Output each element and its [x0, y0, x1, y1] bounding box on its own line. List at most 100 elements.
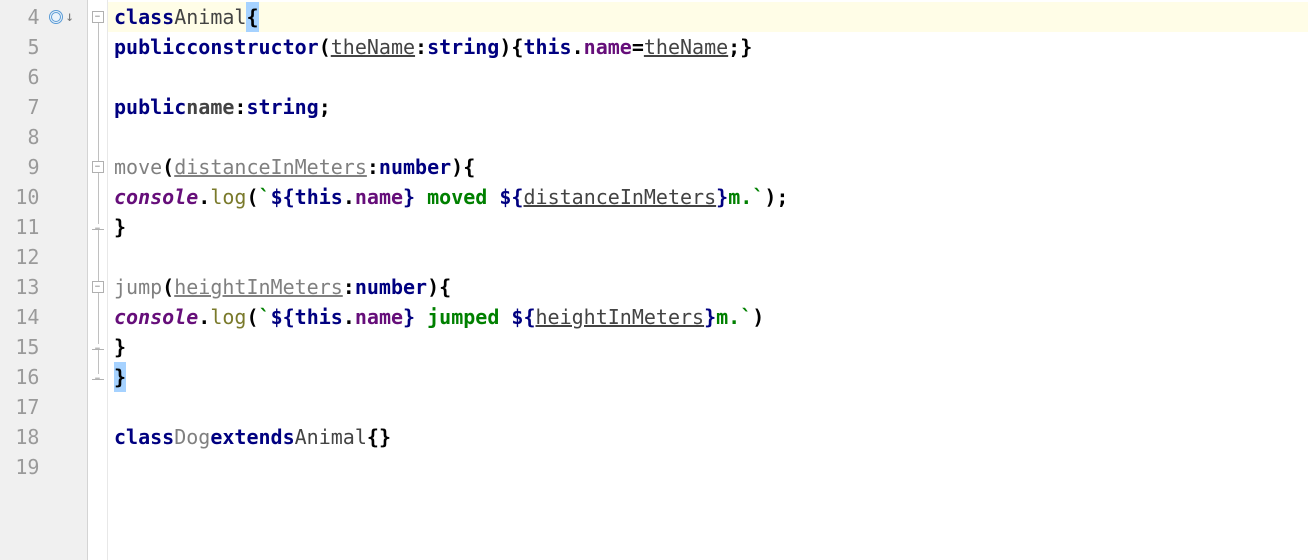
field: name	[355, 182, 403, 212]
dot: .	[343, 302, 355, 332]
template: ${	[271, 302, 295, 332]
field: name	[355, 302, 403, 332]
parameter: distanceInMeters	[174, 152, 367, 182]
field: name	[584, 32, 632, 62]
class-name: Animal	[174, 2, 246, 32]
parameter: heightInMeters	[174, 272, 343, 302]
paren: (	[162, 152, 174, 182]
fold-toggle-icon[interactable]: −	[92, 161, 104, 173]
line-number: 11	[0, 215, 47, 239]
implementations-icon[interactable]	[49, 10, 63, 24]
colon: :	[415, 32, 427, 62]
object: console	[114, 182, 198, 212]
code-line[interactable]	[108, 62, 1308, 92]
brace-open: {	[246, 2, 258, 32]
code-line[interactable]: move(distanceInMeters: number) {	[108, 152, 1308, 182]
keyword: class	[114, 422, 174, 452]
code-line[interactable]	[108, 392, 1308, 422]
parameter: distanceInMeters	[523, 182, 716, 212]
code-area[interactable]: class Animal { public constructor(theNam…	[108, 0, 1308, 560]
line-number: 5	[0, 35, 47, 59]
field: name	[186, 92, 234, 122]
gutter: 4 ↓ 5 6 7 8 9 10 11 12 13 14 15 16 17 18…	[0, 0, 88, 560]
colon: :	[343, 272, 355, 302]
brace: }	[379, 422, 391, 452]
semicolon: ;	[728, 32, 740, 62]
code-line[interactable]: console.log(`${this.name} moved ${distan…	[108, 182, 1308, 212]
paren: )	[764, 182, 776, 212]
string: `	[259, 182, 271, 212]
down-arrow-icon[interactable]: ↓	[65, 10, 73, 24]
semicolon: ;	[776, 182, 788, 212]
method-name: move	[114, 152, 162, 182]
string: jumped	[415, 302, 511, 332]
brace: }	[114, 212, 126, 242]
template: ${	[511, 302, 535, 332]
line-number: 17	[0, 395, 47, 419]
line-number: 14	[0, 305, 47, 329]
brace: {	[511, 32, 523, 62]
gutter-icons: ↓	[47, 10, 87, 24]
paren: (	[246, 302, 258, 332]
method-name: jump	[114, 272, 162, 302]
line-number: 15	[0, 335, 47, 359]
code-line[interactable]	[108, 452, 1308, 482]
parameter: theName	[644, 32, 728, 62]
line-number: 12	[0, 245, 47, 269]
code-line[interactable]: class Animal {	[108, 2, 1308, 32]
keyword: constructor	[186, 32, 318, 62]
keyword: extends	[210, 422, 294, 452]
keyword: this	[295, 302, 343, 332]
gutter-line: 4 ↓	[0, 2, 87, 32]
code-editor: 4 ↓ 5 6 7 8 9 10 11 12 13 14 15 16 17 18…	[0, 0, 1308, 560]
template: }	[704, 302, 716, 332]
method: log	[210, 182, 246, 212]
code-line[interactable]: }	[108, 332, 1308, 362]
line-number: 18	[0, 425, 47, 449]
colon: :	[367, 152, 379, 182]
fold-strip: − − − − − −	[88, 0, 108, 560]
paren: )	[427, 272, 439, 302]
template: ${	[499, 182, 523, 212]
code-line[interactable]: console.log(`${this.name} jumped ${heigh…	[108, 302, 1308, 332]
code-line[interactable]	[108, 122, 1308, 152]
keyword: public	[114, 32, 186, 62]
line-number: 4	[0, 5, 47, 29]
paren: )	[752, 302, 764, 332]
line-number: 8	[0, 125, 47, 149]
dot: .	[572, 32, 584, 62]
code-line[interactable]: class Dog extends Animal {}	[108, 422, 1308, 452]
line-number: 19	[0, 455, 47, 479]
type: string	[427, 32, 499, 62]
fold-end-icon[interactable]: −	[92, 344, 104, 350]
fold-end-icon[interactable]: −	[92, 224, 104, 230]
paren: (	[162, 272, 174, 302]
brace: {	[463, 152, 475, 182]
class-name: Dog	[174, 422, 210, 452]
brace-close: }	[114, 362, 126, 392]
keyword: public	[114, 92, 186, 122]
dot: .	[343, 182, 355, 212]
fold-toggle-icon[interactable]: −	[92, 11, 104, 23]
dot: .	[198, 182, 210, 212]
parameter: theName	[331, 32, 415, 62]
object: console	[114, 302, 198, 332]
code-line[interactable]: }	[108, 212, 1308, 242]
paren: )	[499, 32, 511, 62]
code-line[interactable]: public name: string;	[108, 92, 1308, 122]
code-line[interactable]: jump(heightInMeters: number) {	[108, 272, 1308, 302]
fold-end-icon[interactable]: −	[92, 374, 104, 380]
fold-toggle-icon[interactable]: −	[92, 281, 104, 293]
code-line[interactable]: }	[108, 362, 1308, 392]
keyword: this	[295, 182, 343, 212]
operator: =	[632, 32, 644, 62]
template: }	[403, 182, 415, 212]
dot: .	[198, 302, 210, 332]
line-number: 9	[0, 155, 47, 179]
string: moved	[415, 182, 499, 212]
paren: (	[319, 32, 331, 62]
line-number: 10	[0, 185, 47, 209]
code-line[interactable]: public constructor(theName: string) { th…	[108, 32, 1308, 62]
line-number: 6	[0, 65, 47, 89]
code-line[interactable]	[108, 242, 1308, 272]
